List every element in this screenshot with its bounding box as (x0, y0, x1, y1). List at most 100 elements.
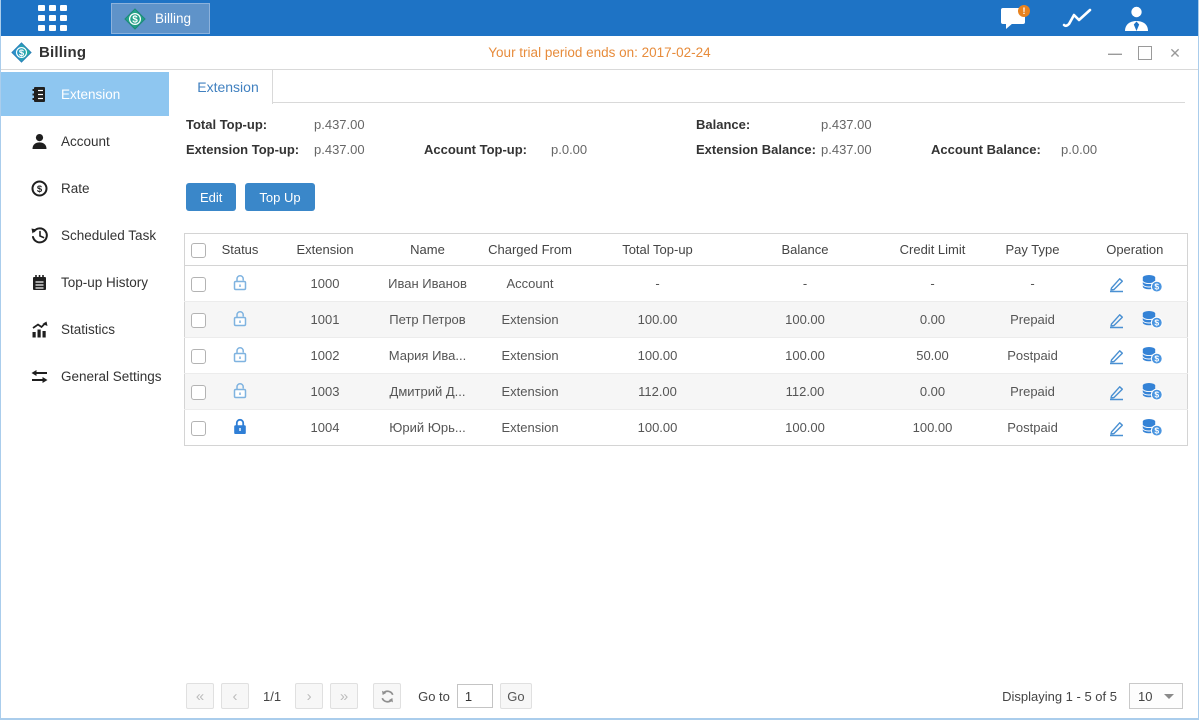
apps-grid-button[interactable] (35, 3, 69, 33)
col-status: Status (213, 234, 268, 266)
row-checkbox[interactable] (191, 385, 206, 400)
top-up-coins-icon[interactable]: $ (1141, 418, 1163, 437)
sidebar-item-account[interactable]: Account (1, 119, 169, 163)
close-button[interactable]: ✕ (1168, 46, 1182, 60)
top-up-button[interactable]: Top Up (245, 183, 314, 211)
account-balance-value: p.0.00 (1061, 142, 1185, 157)
cell-extension: 1000 (268, 266, 383, 302)
prev-page-button[interactable]: ‹ (221, 683, 249, 709)
go-button[interactable]: Go (500, 683, 532, 709)
cell-extension: 1004 (268, 410, 383, 446)
cell-extension: 1003 (268, 374, 383, 410)
billing-app-icon: $ (124, 8, 146, 30)
col-pay-type: Pay Type (983, 234, 1083, 266)
svg-text:$: $ (19, 48, 25, 59)
cell-charged-from: Extension (473, 302, 588, 338)
cell-total-topup: 100.00 (588, 410, 728, 446)
cell-balance: 100.00 (728, 410, 883, 446)
lock-open-icon (231, 273, 249, 292)
main-content: Extension Total Top-up: p.437.00 Balance… (169, 70, 1198, 718)
table-row[interactable]: 1000 Иван Иванов Account - - - - (185, 266, 1188, 302)
statistics-button[interactable] (1061, 6, 1093, 30)
lock-open-icon (231, 309, 249, 328)
extension-topup-value: p.437.00 (314, 142, 424, 157)
cell-credit-limit: 100.00 (883, 410, 983, 446)
taskbar-tab-label: Billing (155, 11, 191, 26)
svg-text:!: ! (1023, 6, 1026, 16)
topbar-actions: ! (999, 4, 1150, 32)
cell-charged-from: Extension (473, 374, 588, 410)
maximize-button[interactable] (1138, 46, 1152, 60)
top-up-coins-icon[interactable]: $ (1141, 346, 1163, 365)
goto-page-input[interactable] (457, 684, 493, 708)
cell-balance: 100.00 (728, 338, 883, 374)
sidebar-item-statistics[interactable]: Statistics (1, 307, 169, 351)
user-button[interactable] (1123, 5, 1150, 32)
refresh-button[interactable] (373, 683, 401, 709)
top-up-coins-icon[interactable]: $ (1141, 382, 1163, 401)
cell-pay-type: - (983, 266, 1083, 302)
cell-total-topup: - (588, 266, 728, 302)
cell-balance: 112.00 (728, 374, 883, 410)
minimize-button[interactable]: — (1108, 46, 1122, 60)
page-size-select[interactable]: 10 (1129, 683, 1183, 709)
next-page-button[interactable]: › (295, 683, 323, 709)
trial-notice: Your trial period ends on: 2017-02-24 (1, 45, 1198, 60)
taskbar-tab-billing[interactable]: $ Billing (111, 3, 210, 34)
row-checkbox[interactable] (191, 421, 206, 436)
cell-name: Дмитрий Д... (383, 374, 473, 410)
sidebar-item-general-settings[interactable]: General Settings (1, 354, 169, 398)
lock-closed-icon (231, 417, 249, 436)
last-page-button[interactable]: » (330, 683, 358, 709)
account-topup-label: Account Top-up: (424, 142, 551, 157)
edit-pencil-icon[interactable] (1107, 311, 1126, 329)
table-row[interactable]: 1003 Дмитрий Д... Extension 112.00 112.0… (185, 374, 1188, 410)
goto-label: Go to (418, 689, 450, 704)
table-row[interactable]: 1004 Юрий Юрь... Extension 100.00 100.00… (185, 410, 1188, 446)
edit-pencil-icon[interactable] (1107, 275, 1126, 293)
rate-dollar-icon: $ (31, 180, 48, 197)
row-checkbox[interactable] (191, 349, 206, 364)
edit-button[interactable]: Edit (186, 183, 236, 211)
svg-text:$: $ (1154, 390, 1159, 400)
balance-label: Balance: (696, 117, 821, 132)
sidebar-item-label: Account (61, 134, 110, 149)
messages-button[interactable]: ! (999, 4, 1031, 32)
svg-text:$: $ (1154, 354, 1159, 364)
cell-name: Мария Ива... (383, 338, 473, 374)
cell-pay-type: Prepaid (983, 374, 1083, 410)
edit-pencil-icon[interactable] (1107, 383, 1126, 401)
balance-value: p.437.00 (821, 117, 1185, 132)
sidebar-item-label: General Settings (61, 369, 162, 384)
sidebar-item-extension[interactable]: Extension (1, 72, 169, 116)
cell-extension: 1002 (268, 338, 383, 374)
tab-extension[interactable]: Extension (184, 70, 273, 104)
refresh-icon (380, 689, 395, 704)
col-extension: Extension (268, 234, 383, 266)
displaying-status: Displaying 1 - 5 of 5 (1002, 689, 1117, 704)
user-icon (1123, 5, 1150, 32)
paging-bar: « ‹ 1/1 › » Go to Go Displaying (186, 681, 1183, 711)
table-row[interactable]: 1001 Петр Петров Extension 100.00 100.00… (185, 302, 1188, 338)
top-bar: $ Billing ! (1, 0, 1198, 36)
sidebar-item-topup-history[interactable]: Top-up History (1, 260, 169, 304)
first-page-button[interactable]: « (186, 683, 214, 709)
tab-strip: Extension (184, 70, 1185, 103)
top-up-coins-icon[interactable]: $ (1141, 310, 1163, 329)
row-checkbox[interactable] (191, 313, 206, 328)
sidebar-item-rate[interactable]: $ Rate (1, 166, 169, 210)
extension-table: Status Extension Name Charged From Total… (184, 233, 1185, 446)
general-settings-arrows-icon (31, 368, 48, 385)
select-all-checkbox[interactable] (191, 243, 206, 258)
line-chart-icon (1061, 6, 1093, 30)
top-up-coins-icon[interactable]: $ (1141, 274, 1163, 293)
table-row[interactable]: 1002 Мария Ива... Extension 100.00 100.0… (185, 338, 1188, 374)
sidebar-item-scheduled-task[interactable]: Scheduled Task (1, 213, 169, 257)
edit-pencil-icon[interactable] (1107, 419, 1126, 437)
row-checkbox[interactable] (191, 277, 206, 292)
edit-pencil-icon[interactable] (1107, 347, 1126, 365)
cell-credit-limit: 50.00 (883, 338, 983, 374)
page-indicator: 1/1 (263, 689, 281, 704)
action-buttons: Edit Top Up (186, 183, 1185, 211)
billing-summary: Total Top-up: p.437.00 Balance: p.437.00… (184, 103, 1185, 157)
